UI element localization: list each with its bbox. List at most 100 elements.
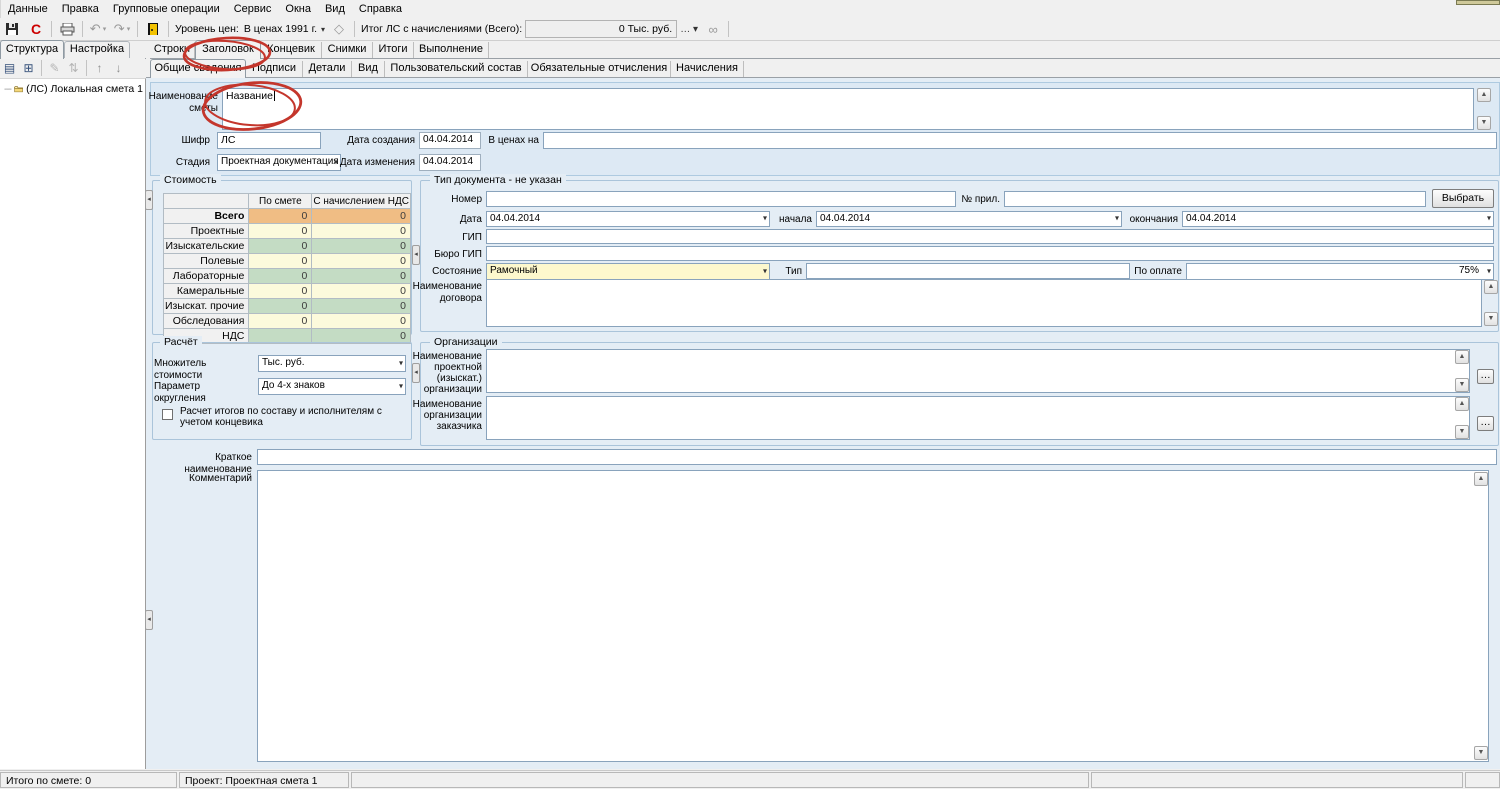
tab-execution[interactable]: Выполнение [414, 42, 489, 58]
link-button[interactable]: ∞ [701, 19, 725, 39]
subtab-accruals[interactable]: Начисления [671, 61, 744, 77]
undo-dropdown-icon[interactable]: ▾ [103, 25, 107, 33]
scroll-up-button[interactable]: ▲ [1484, 280, 1498, 294]
collapse-handle[interactable]: ◂ [145, 190, 153, 210]
tab-structure[interactable]: Структура [0, 40, 64, 59]
doc-number-input[interactable] [486, 191, 956, 207]
choose-button[interactable]: Выбрать [1432, 189, 1494, 208]
scroll-down-button[interactable]: ▼ [1455, 378, 1469, 392]
short-name-input[interactable] [257, 449, 1497, 465]
scroll-down-button[interactable]: ▼ [1477, 116, 1491, 130]
contract-name-textarea[interactable] [486, 279, 1482, 327]
price-level-apply-button[interactable]: ◇ [327, 19, 351, 39]
code-input[interactable]: ЛС [217, 132, 321, 149]
redo-dropdown-icon[interactable]: ▾ [127, 25, 131, 33]
type-label: Тип [778, 266, 802, 278]
print-button[interactable] [55, 19, 79, 39]
totals-by-structure-checkbox[interactable] [162, 409, 173, 420]
design-org-textarea[interactable] [486, 349, 1470, 393]
totals-more-button[interactable]: … ▾ [677, 19, 701, 39]
end-date-combo[interactable]: 04.04.2014 ▾ [1182, 211, 1494, 227]
tree-edit-icon: ✎ [49, 61, 59, 75]
collapse-handle[interactable]: ◂ [412, 245, 420, 265]
subtab-general[interactable]: Общие сведения [150, 59, 246, 78]
doc-appendix-input[interactable] [1004, 191, 1426, 207]
customer-org-browse-button[interactable]: … [1477, 416, 1494, 431]
cost-row-label: Лабораторные [164, 269, 249, 284]
menu-group-operations[interactable]: Групповые операции [106, 1, 227, 17]
main-toolbar: C ↶ ▾ ↷ ▾ Уровень цен: [0, 18, 1500, 41]
header-sub-tabstrip: Общие сведения Подписи Детали Вид Пользо… [150, 60, 1500, 78]
tree-windows-button[interactable]: ⊞ [19, 60, 38, 77]
toolbar-separator [354, 21, 355, 37]
gip-bureau-input[interactable] [486, 246, 1494, 261]
tab-header[interactable]: Заголовок [195, 40, 261, 59]
cost-row-label: Полевые [164, 254, 249, 269]
exit-button[interactable] [141, 19, 165, 39]
tab-totals[interactable]: Итоги [373, 42, 414, 58]
subtab-mandatory-deductions[interactable]: Обязательные отчисления [528, 61, 671, 77]
scroll-down-button[interactable]: ▼ [1455, 425, 1469, 439]
tree-item-local-estimate[interactable]: --- (ЛС) Локальная смета 1 [0, 79, 145, 95]
subtab-details[interactable]: Детали [303, 61, 352, 77]
cost-row-label: Изыскат. прочие [164, 299, 249, 314]
undo-button[interactable]: ↶ ▾ [86, 19, 110, 39]
subtab-view[interactable]: Вид [352, 61, 385, 77]
start-date-value: 04.04.2014 [820, 213, 870, 224]
collapse-left-icon: ◂ [414, 369, 418, 376]
refresh-button[interactable]: C [24, 19, 48, 39]
scroll-up-button[interactable]: ▲ [1455, 350, 1469, 364]
cost-cell: 0 [249, 209, 312, 224]
move-down-button[interactable]: ↓ [109, 60, 128, 77]
subtab-signatures[interactable]: Подписи [246, 61, 303, 77]
redo-button[interactable]: ↷ ▾ [110, 19, 134, 39]
menu-help[interactable]: Справка [352, 1, 409, 17]
scroll-up-icon: ▲ [1459, 353, 1466, 360]
scroll-up-button[interactable]: ▲ [1474, 472, 1488, 486]
move-up-button[interactable]: ↑ [90, 60, 109, 77]
tab-snapshots[interactable]: Снимки [322, 42, 373, 58]
prices-on-input[interactable] [543, 132, 1497, 149]
start-date-label: начала [774, 214, 812, 226]
toolbar-separator [168, 21, 169, 37]
comment-textarea[interactable] [257, 470, 1489, 762]
tree-sort-button[interactable]: ⇅ [64, 60, 83, 77]
tab-rows[interactable]: Строки [150, 42, 195, 58]
payment-combo[interactable]: 75% ▾ [1186, 263, 1494, 280]
menu-view[interactable]: Вид [318, 1, 352, 17]
state-combo[interactable]: Рамочный ▾ [486, 263, 770, 280]
doc-appendix-label: № прил. [958, 194, 1000, 206]
customer-org-textarea[interactable] [486, 396, 1470, 440]
menu-service[interactable]: Сервис [227, 1, 279, 17]
save-button[interactable] [0, 19, 24, 39]
cost-cell: 0 [312, 254, 411, 269]
tab-settings[interactable]: Настройка [64, 41, 130, 58]
subtab-user-structure[interactable]: Пользовательский состав [385, 61, 528, 77]
tab-footer[interactable]: Концевик [261, 42, 322, 58]
menu-data[interactable]: Данные [1, 1, 55, 17]
tree-edit-button[interactable]: ✎ [45, 60, 64, 77]
doc-date-combo[interactable]: 04.04.2014 ▾ [486, 211, 770, 227]
scroll-down-button[interactable]: ▼ [1484, 312, 1498, 326]
menu-windows[interactable]: Окна [278, 1, 318, 17]
start-date-combo[interactable]: 04.04.2014 ▾ [816, 211, 1122, 227]
rounding-combo[interactable]: До 4-х знаков ▾ [258, 378, 406, 395]
toolbar-separator [86, 60, 87, 76]
cost-cell: 0 [249, 239, 312, 254]
modified-date-label: Дата изменения [330, 157, 415, 169]
design-org-browse-button[interactable]: … [1477, 369, 1494, 384]
tree-save-layout-button[interactable]: ▤ [0, 60, 19, 77]
scroll-up-button[interactable]: ▲ [1455, 397, 1469, 411]
menu-edit[interactable]: Правка [55, 1, 106, 17]
scroll-up-button[interactable]: ▲ [1477, 88, 1491, 102]
collapse-handle[interactable]: ◂ [412, 363, 420, 383]
price-level-combo[interactable]: В ценах 1991 г. ▾ [242, 19, 327, 39]
stage-combo[interactable]: Проектная документация ▾ [217, 154, 341, 171]
multiplier-combo[interactable]: Тыс. руб. ▾ [258, 355, 406, 372]
created-date-field: 04.04.2014 [419, 132, 481, 149]
gip-input[interactable] [486, 229, 1494, 244]
estimate-name-input[interactable]: Название [222, 88, 1474, 130]
type-input[interactable] [806, 263, 1130, 279]
scroll-down-button[interactable]: ▼ [1474, 746, 1488, 760]
collapse-handle[interactable]: ◂ [145, 610, 153, 630]
